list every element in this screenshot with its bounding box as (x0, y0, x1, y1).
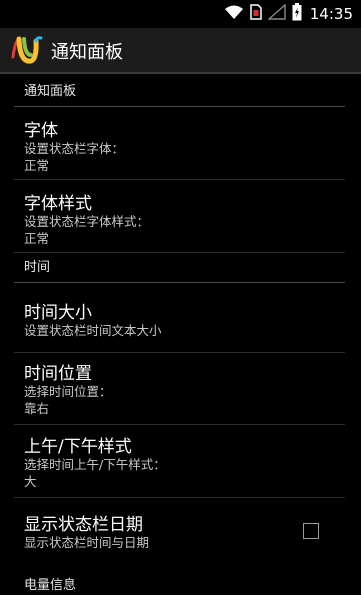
page-title: 通知面板 (51, 42, 123, 63)
signal-icon (266, 3, 286, 24)
wifi-icon (224, 4, 244, 24)
pref-value: 大 (24, 474, 37, 489)
pref-summary: 选择时间上午/下午样式： (24, 457, 166, 472)
pref-title: 时间大小 (24, 303, 92, 323)
pref-time-position[interactable]: 时间位置 选择时间位置： 靠右 (14, 352, 345, 425)
category-header-time: 时间 (14, 252, 345, 283)
pref-font-style[interactable]: 字体样式 设置状态栏字体样式： 正常 (14, 179, 345, 253)
status-bar: 14:35 (0, 0, 361, 28)
battery-icon (292, 3, 302, 25)
pref-value: 正常 (24, 158, 50, 173)
pref-summary: 设置状态栏字体样式： (24, 214, 150, 229)
pref-title: 字体 (24, 121, 58, 141)
category-header-battery: 电量信息 (24, 578, 77, 593)
pref-show-date[interactable]: 显示状态栏日期 显示状态栏时间与日期 (14, 497, 345, 565)
pref-title: 显示状态栏日期 (24, 515, 143, 535)
action-bar: 通知面板 (0, 28, 361, 74)
pref-time-size[interactable]: 时间大小 设置状态栏时间文本大小 (14, 282, 345, 353)
pref-summary: 设置状态栏时间文本大小 (24, 323, 162, 338)
pref-value: 正常 (24, 231, 50, 246)
clock: 14:35 (309, 5, 353, 23)
category-header-notification-panel: 通知面板 (14, 74, 345, 107)
pref-title: 上午/下午样式 (24, 437, 132, 457)
pref-summary: 显示状态栏时间与日期 (24, 535, 150, 550)
pref-ampm-style[interactable]: 上午/下午样式 选择时间上午/下午样式： 大 (14, 424, 345, 498)
app-logo-icon[interactable] (11, 35, 45, 65)
pref-value: 靠右 (24, 401, 50, 416)
pref-title: 时间位置 (24, 364, 92, 384)
pref-font[interactable]: 字体 设置状态栏字体： 正常 (14, 106, 345, 180)
pref-summary: 选择时间位置： (24, 384, 112, 399)
status-icons: 14:35 (224, 3, 353, 25)
pref-title: 字体样式 (24, 194, 92, 214)
sim-card-icon (250, 4, 262, 24)
pref-summary: 设置状态栏字体： (24, 141, 125, 156)
show-date-checkbox[interactable] (303, 523, 319, 539)
